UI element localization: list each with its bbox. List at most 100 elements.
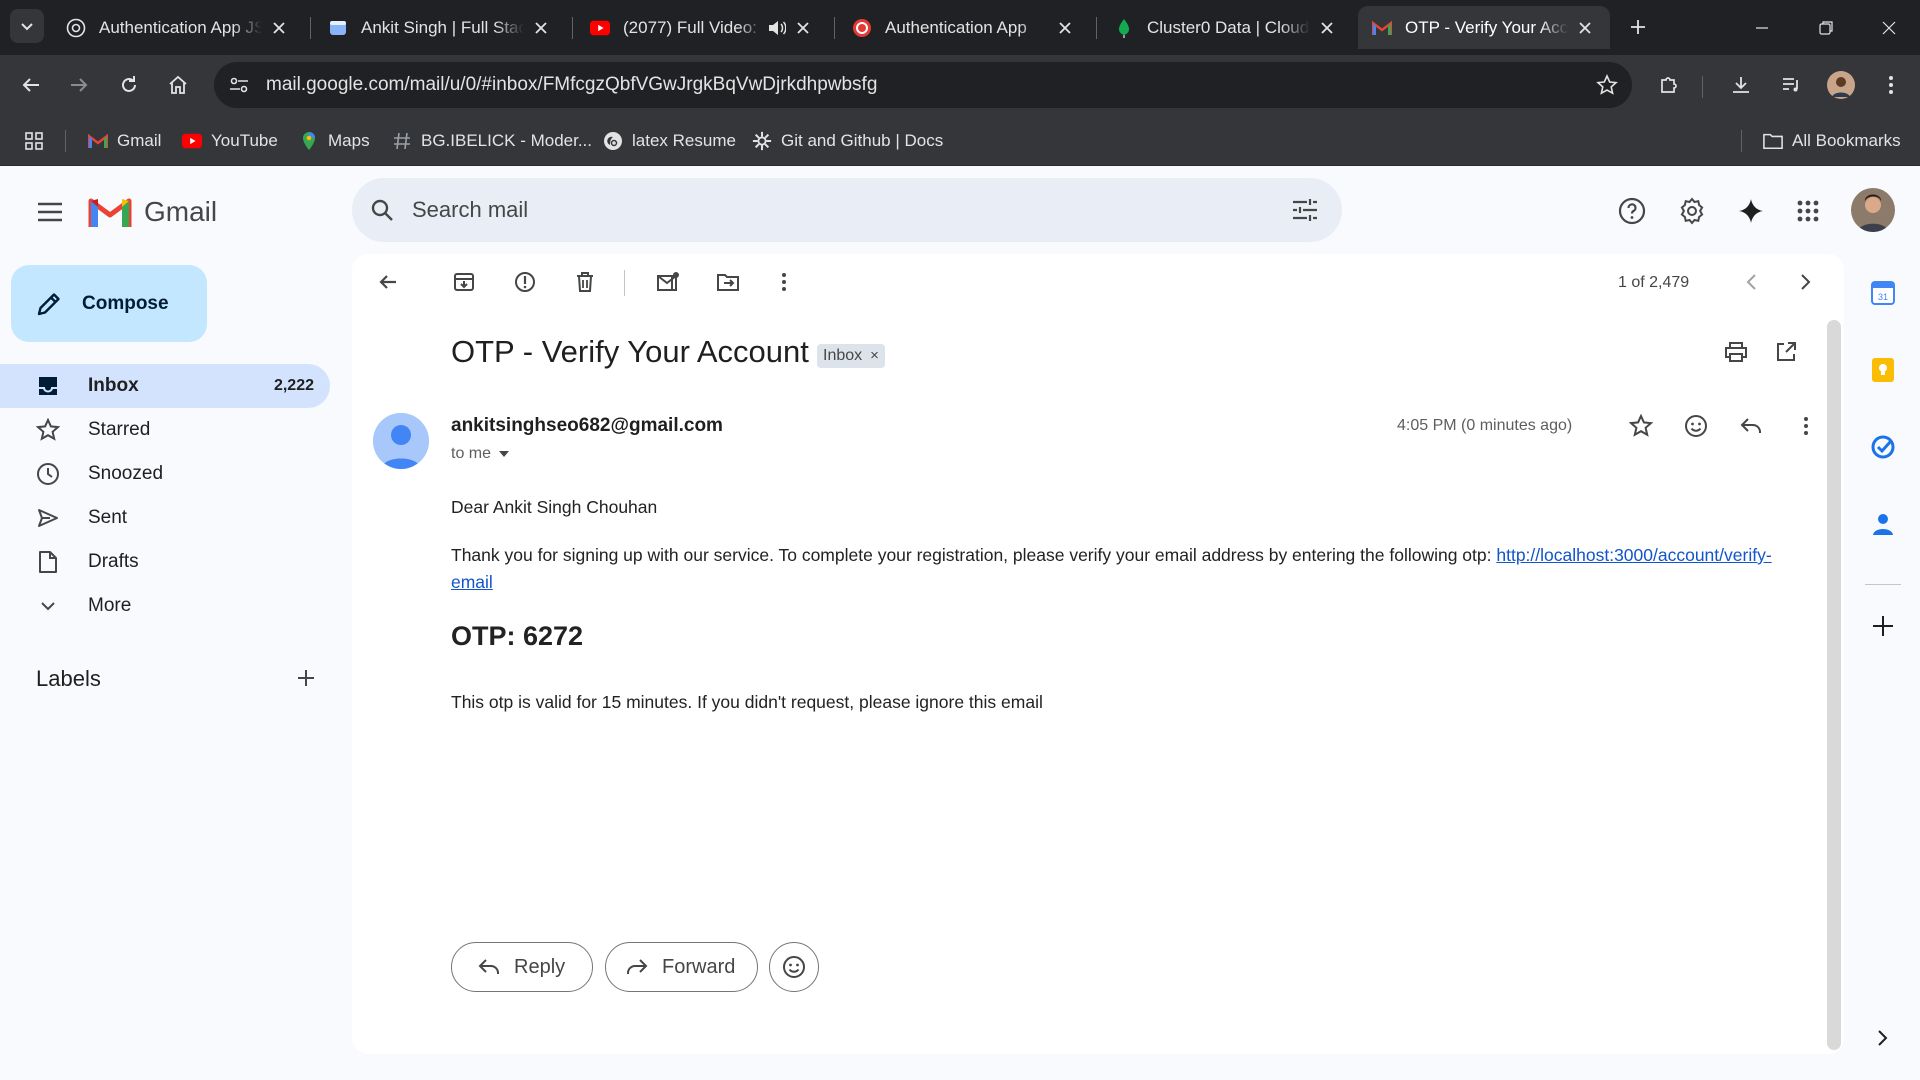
url-text[interactable]: mail.google.com/mail/u/0/#inbox/FMfcgzQb… (266, 62, 877, 108)
show-side-panel-button[interactable] (1863, 1018, 1903, 1058)
move-to-button[interactable] (708, 262, 748, 302)
all-bookmarks-button[interactable]: All Bookmarks (1763, 127, 1901, 155)
add-reaction-button[interactable] (1676, 406, 1716, 446)
new-tab-button[interactable] (1620, 9, 1656, 45)
main-menu-button[interactable] (26, 188, 74, 236)
report-spam-button[interactable] (505, 262, 545, 302)
message-panel: 1 of 2,479 OTP - Verify Your Account Inb… (352, 254, 1844, 1054)
sender-email[interactable]: ankitsinghseo682@gmail.com (451, 415, 723, 437)
search-options-icon[interactable] (1292, 198, 1318, 222)
draft-icon (36, 550, 60, 574)
home-button[interactable] (160, 67, 196, 103)
star-message-button[interactable] (1621, 406, 1661, 446)
google-apps-button[interactable] (1788, 191, 1828, 231)
nav-item-snoozed[interactable]: Snoozed (0, 452, 330, 496)
browser-tab[interactable]: Cluster0 Data | Cloud: (1100, 6, 1352, 49)
nav-item-starred[interactable]: Starred (0, 408, 330, 452)
calendar-app-button[interactable]: 31 (1863, 273, 1903, 313)
search-bar[interactable] (352, 178, 1342, 242)
recipient-details[interactable]: to me (451, 445, 510, 463)
nav-item-inbox[interactable]: Inbox 2,222 (0, 364, 330, 408)
scrollbar[interactable] (1827, 320, 1841, 1050)
open-in-new-window-button[interactable] (1766, 332, 1806, 372)
account-avatar[interactable] (1851, 188, 1895, 232)
bookmark-star-icon[interactable] (1596, 74, 1618, 96)
archive-button[interactable] (444, 262, 484, 302)
gemini-button[interactable] (1731, 191, 1771, 231)
tasks-app-button[interactable] (1863, 427, 1903, 467)
nav-item-more[interactable]: More (0, 584, 330, 628)
older-button[interactable] (1786, 262, 1826, 302)
hash-icon (392, 131, 412, 151)
bookmark-latex-resume[interactable]: latex Resume (603, 127, 736, 155)
create-label-button[interactable] (290, 662, 322, 694)
gmail-logo[interactable]: Gmail (88, 191, 217, 233)
email-greeting: Dear Ankit Singh Chouhan (451, 497, 658, 517)
search-icon[interactable] (370, 198, 394, 222)
site-info-icon[interactable] (228, 74, 250, 96)
bookmark-git-github[interactable]: Git and Github | Docs (752, 127, 943, 155)
close-icon[interactable] (792, 17, 814, 39)
bookmark-bg-ibelick[interactable]: BG.IBELICK - Moder... (392, 127, 592, 155)
close-icon[interactable] (530, 17, 552, 39)
forward-button[interactable]: Forward (605, 942, 758, 992)
print-button[interactable] (1716, 332, 1756, 372)
close-window-button[interactable] (1858, 0, 1920, 55)
minimize-button[interactable] (1731, 0, 1793, 55)
keep-app-button[interactable] (1863, 350, 1903, 390)
get-addons-button[interactable] (1863, 606, 1903, 646)
browser-toolbar: mail.google.com/mail/u/0/#inbox/FMfcgzQb… (0, 55, 1920, 115)
settings-button[interactable] (1672, 191, 1712, 231)
mark-unread-button[interactable] (648, 262, 688, 302)
close-icon[interactable] (1574, 17, 1596, 39)
star-icon (1629, 414, 1653, 437)
browser-tab[interactable]: Authentication App (838, 6, 1090, 49)
browser-tab[interactable]: (2077) Full Video: (576, 6, 828, 49)
bookmark-maps[interactable]: Maps (299, 127, 370, 155)
back-to-inbox-button[interactable] (368, 262, 408, 302)
speaker-icon[interactable] (768, 20, 786, 36)
calendar-icon: 31 (1871, 281, 1895, 305)
back-button[interactable] (13, 67, 49, 103)
search-input[interactable] (412, 178, 1212, 242)
reply-button[interactable]: Reply (451, 942, 593, 992)
delete-button[interactable] (565, 262, 605, 302)
browser-tab[interactable]: Authentication App JS (52, 6, 304, 49)
download-icon (1733, 77, 1749, 93)
apps-button[interactable] (24, 127, 44, 155)
reply-icon (1740, 418, 1761, 433)
browser-tab[interactable]: Ankit Singh | Full Stack (314, 6, 566, 49)
bookmark-gmail[interactable]: Gmail (88, 127, 161, 155)
downloads-button[interactable] (1723, 67, 1759, 103)
reply-icon-button[interactable] (1731, 406, 1771, 446)
tab-search-button[interactable] (10, 9, 44, 43)
close-icon[interactable] (1054, 17, 1076, 39)
more-actions-button[interactable] (764, 262, 804, 302)
newer-button[interactable] (1731, 262, 1771, 302)
message-more-button[interactable] (1786, 406, 1826, 446)
profile-avatar[interactable] (1823, 67, 1859, 103)
nav-item-drafts[interactable]: Drafts (0, 540, 330, 584)
extensions-button[interactable] (1651, 67, 1687, 103)
remove-label-icon[interactable]: × (870, 344, 879, 368)
browser-tab-active[interactable]: OTP - Verify Your Acco (1358, 6, 1610, 49)
nav-item-sent[interactable]: Sent (0, 496, 330, 540)
contacts-app-button[interactable] (1863, 504, 1903, 544)
browser-menu-button[interactable] (1873, 67, 1909, 103)
reload-button[interactable] (111, 67, 147, 103)
forward-button[interactable] (61, 67, 97, 103)
emoji-reaction-button[interactable] (769, 942, 819, 992)
restore-button[interactable] (1795, 0, 1857, 55)
media-controls-button[interactable] (1773, 67, 1809, 103)
close-icon[interactable] (268, 17, 290, 39)
reload-icon (122, 76, 136, 92)
support-button[interactable] (1612, 191, 1652, 231)
inbox-label-chip[interactable]: Inbox × (817, 344, 885, 368)
emoji-icon (1685, 415, 1707, 437)
keep-icon (1872, 358, 1894, 382)
close-icon[interactable] (1316, 17, 1338, 39)
bookmark-youtube[interactable]: YouTube (182, 127, 278, 155)
compose-button[interactable]: Compose (11, 265, 207, 342)
address-bar[interactable]: mail.google.com/mail/u/0/#inbox/FMfcgzQb… (214, 62, 1632, 108)
sender-avatar[interactable] (373, 413, 429, 469)
